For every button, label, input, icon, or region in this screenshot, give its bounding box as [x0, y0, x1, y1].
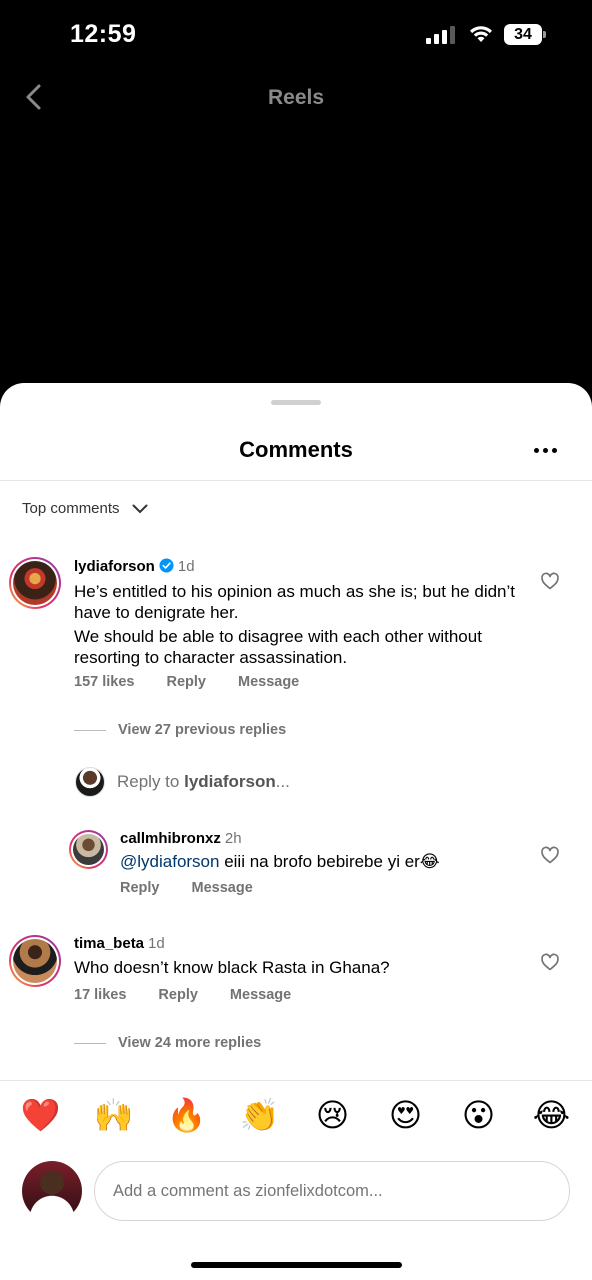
- page-title: Reels: [267, 86, 325, 109]
- sheet-title: Comments: [239, 437, 353, 462]
- view-previous-replies-button[interactable]: View 27 previous replies: [74, 722, 286, 738]
- message-button[interactable]: Message: [230, 987, 291, 1003]
- divider: [0, 1080, 592, 1081]
- cellular-signal-icon: [426, 26, 455, 44]
- emoji-heart-eyes[interactable]: 😍: [386, 1096, 426, 1134]
- comment-time: 1d: [148, 935, 165, 952]
- emoji-crying[interactable]: 😢: [313, 1096, 353, 1134]
- likes-count[interactable]: 17 likes: [74, 987, 126, 1003]
- thread-line: [74, 1042, 106, 1044]
- status-time: 12:59: [70, 20, 137, 48]
- comment-actions: 17 likes Reply Message: [74, 987, 291, 1003]
- view-replies-label: View 24 more replies: [118, 1035, 262, 1051]
- comment-actions: 157 likes Reply Message: [74, 674, 299, 690]
- emoji-clapping[interactable]: 👏: [240, 1096, 280, 1134]
- emoji-surprised[interactable]: 😮: [459, 1096, 499, 1134]
- like-heart-icon[interactable]: [540, 571, 560, 591]
- verified-badge-icon: [159, 558, 174, 573]
- reply-actions: Reply Message: [120, 880, 253, 896]
- view-more-replies-button[interactable]: View 24 more replies: [74, 1035, 261, 1051]
- comment-input[interactable]: [94, 1161, 570, 1221]
- comment-text: He’s entitled to his opinion as much as …: [74, 582, 516, 622]
- like-heart-icon[interactable]: [540, 845, 560, 865]
- wifi-icon: [470, 26, 492, 42]
- more-options-icon[interactable]: [534, 448, 557, 453]
- home-indicator[interactable]: [191, 1262, 402, 1268]
- reply-text: @lydiaforson eiii na brofo bebirebe yi e…: [120, 852, 440, 871]
- emoji-heart[interactable]: ❤️: [21, 1096, 61, 1134]
- likes-count[interactable]: 157 likes: [74, 674, 134, 690]
- avatar-callmhibronxz[interactable]: [69, 830, 108, 869]
- message-button[interactable]: Message: [192, 880, 253, 896]
- avatar-lydiaforson[interactable]: [9, 557, 61, 609]
- reply-to-field[interactable]: Reply to lydiaforson...: [75, 767, 290, 797]
- drag-handle[interactable]: [271, 400, 321, 405]
- emoji-laughing[interactable]: 😂: [532, 1096, 572, 1134]
- comments-sheet: Comments Top comments lydiaforson 1d He’s…: [0, 383, 592, 1280]
- comment-text: Who doesn’t know black Rasta in Ghana?: [74, 958, 390, 977]
- mention-link[interactable]: @lydiaforson: [120, 852, 219, 871]
- comment-username[interactable]: tima_beta 1d: [74, 935, 165, 952]
- reply-time: 2h: [224, 830, 242, 847]
- message-button[interactable]: Message: [238, 674, 299, 690]
- avatar-current-user: [22, 1161, 82, 1221]
- sort-label: Top comments: [22, 500, 120, 517]
- avatar-current-user-small: [75, 767, 105, 797]
- emoji-reaction-bar: ❤️ 🙌 🔥 👏 😢 😍 😮 😂: [0, 1096, 592, 1134]
- sort-dropdown[interactable]: Top comments: [22, 500, 148, 517]
- reply-username[interactable]: callmhibronxz 2h: [120, 830, 242, 847]
- battery-tip-icon: [543, 31, 546, 38]
- view-replies-label: View 27 previous replies: [118, 722, 287, 738]
- comment-time: 1d: [177, 558, 195, 575]
- reply-button[interactable]: Reply: [158, 987, 198, 1003]
- chevron-down-icon: [132, 504, 148, 513]
- battery-indicator: 34: [504, 24, 542, 45]
- thread-line: [74, 729, 106, 731]
- like-heart-icon[interactable]: [540, 952, 560, 972]
- avatar-tima-beta[interactable]: [9, 935, 61, 987]
- divider: [0, 480, 592, 481]
- emoji-raised-hands[interactable]: 🙌: [94, 1096, 134, 1134]
- reply-button[interactable]: Reply: [120, 880, 160, 896]
- comment-text-paragraph-2: We should be able to disagree with each …: [74, 627, 482, 667]
- status-bar: 12:59 34: [0, 0, 592, 70]
- reply-to-label: Reply to lydiaforson...: [117, 772, 290, 791]
- comment-username[interactable]: lydiaforson 1d: [74, 558, 195, 575]
- reply-button[interactable]: Reply: [166, 674, 206, 690]
- emoji-fire[interactable]: 🔥: [167, 1096, 207, 1134]
